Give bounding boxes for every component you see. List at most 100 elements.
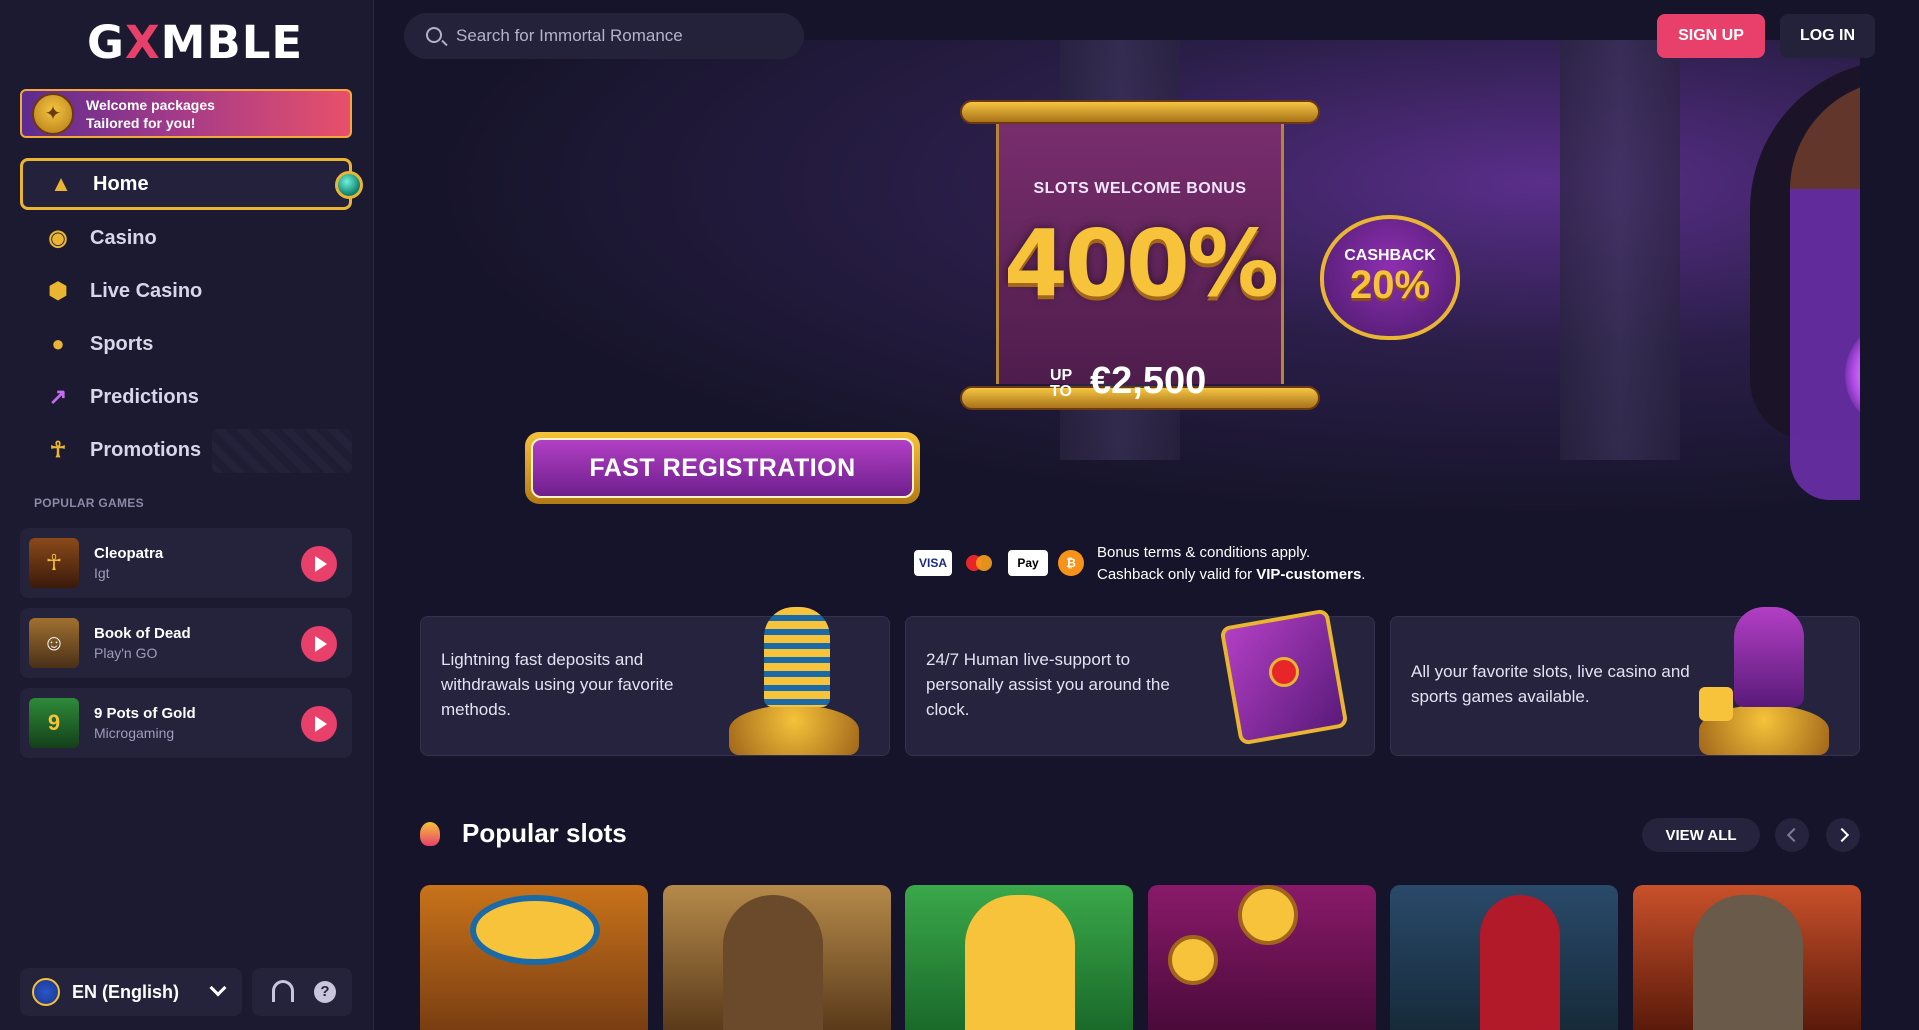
sorceress-illustration	[1670, 40, 1860, 510]
ankh-icon: ☥	[49, 437, 67, 462]
play-icon	[314, 556, 327, 572]
language-label: EN (English)	[72, 981, 179, 1002]
mastercard-icon	[962, 550, 998, 576]
gem-icon	[335, 171, 363, 199]
feature-text: 24/7 Human live-support to personally as…	[926, 650, 1170, 719]
slot-thumbnail-leprechaun[interactable]	[905, 885, 1133, 1030]
hero-percent: 400%	[1003, 210, 1279, 317]
payment-methods: VISA Pay ₿	[914, 550, 1094, 576]
nav-item-live-casino[interactable]: ⬢ Live Casino	[20, 266, 352, 316]
popular-game-item[interactable]: ☥ Cleopatra Igt	[20, 528, 352, 598]
eye-icon	[470, 895, 600, 965]
cashback-value: 20%	[1349, 263, 1431, 307]
search-input[interactable]: Search for Immortal Romance	[404, 13, 804, 59]
slot-thumbnail-cowboy[interactable]	[1633, 885, 1861, 1030]
terms-line2: Cashback only valid for VIP-customers.	[1097, 564, 1365, 586]
logo-text-g: G	[87, 16, 125, 69]
game-provider: Microgaming	[94, 725, 175, 741]
game-thumbnail: 9	[29, 698, 79, 748]
feature-card-deposits: Lightning fast deposits and withdrawals …	[420, 607, 890, 756]
nav-item-home[interactable]: ▲ Home	[20, 158, 363, 210]
feature-text: All your favorite slots, live casino and…	[1411, 662, 1690, 706]
apple-pay-icon: Pay	[1008, 550, 1048, 576]
popular-game-item[interactable]: 9 9 Pots of Gold Microgaming	[20, 688, 352, 758]
hero-subtitle: SLOTS WELCOME BONUS	[1033, 180, 1247, 197]
gxmble-logo[interactable]: GXMBLE	[87, 16, 303, 69]
bonus-terms: Bonus terms & conditions apply. Cashback…	[1097, 542, 1365, 586]
support-buttons: ?	[252, 968, 352, 1016]
eu-flag-icon	[32, 978, 60, 1006]
play-icon	[314, 636, 327, 652]
view-all-button[interactable]: VIEW ALL	[1642, 818, 1760, 852]
welcome-line1: Welcome packages	[86, 96, 215, 113]
carousel-next-button[interactable]	[1826, 818, 1860, 852]
nav-item-casino[interactable]: ◉ Casino	[20, 213, 352, 263]
cowboy-figure	[1693, 895, 1803, 1030]
help-icon[interactable]: ?	[314, 981, 336, 1003]
game-thumbnail: ☥	[29, 538, 79, 588]
slot-thumbnail-women[interactable]	[1390, 885, 1618, 1030]
feature-text: Lightning fast deposits and withdrawals …	[441, 650, 674, 719]
search-icon	[426, 27, 442, 43]
leprechaun-figure	[965, 895, 1075, 1030]
nav-item-label: Predictions	[90, 385, 199, 408]
language-selector[interactable]: EN (English)	[20, 968, 242, 1016]
trend-icon: ↗	[48, 384, 68, 409]
cat-icon	[1699, 607, 1839, 755]
popular-slots-header: Popular slots	[420, 818, 627, 849]
ball-icon: ●	[51, 331, 65, 356]
sidebar: GXMBLE ✦ Welcome packages Tailored for y…	[0, 0, 374, 1030]
slot-thumbnail-coins[interactable]	[1148, 885, 1376, 1030]
play-button[interactable]	[301, 626, 337, 662]
terms-line2-prefix: Cashback only valid for	[1097, 566, 1257, 583]
nav-item-sports[interactable]: ● Sports	[20, 319, 352, 369]
nav-item-label: Home	[93, 172, 149, 195]
upto-line1: UP	[1050, 367, 1073, 384]
carousel-prev-button[interactable]	[1775, 818, 1809, 852]
popular-games-heading: POPULAR GAMES	[34, 496, 144, 510]
pillar-decoration	[1560, 40, 1680, 460]
welcome-line2: Tailored for you!	[86, 114, 196, 131]
fast-registration-button[interactable]: FAST REGISTRATION	[525, 432, 920, 504]
visa-icon: VISA	[914, 550, 952, 576]
dice-icon: ⬢	[48, 278, 68, 303]
headset-icon[interactable]	[272, 980, 294, 1002]
log-in-button[interactable]: LOG IN	[1780, 14, 1875, 58]
coin-icon	[1168, 935, 1218, 985]
bonus-scroll: SLOTS WELCOME BONUS 400% UP TO €2,500	[960, 100, 1320, 410]
play-button[interactable]	[301, 546, 337, 582]
main-nav: ▲ Home ◉ Casino ⬢ Live Casino ● Sports ↗…	[20, 158, 363, 478]
cashback-badge: CASHBACK 20%	[1320, 215, 1460, 340]
game-name: Cleopatra	[94, 545, 164, 562]
terms-vip: VIP-customers	[1256, 566, 1362, 583]
hero-amount: €2,500	[1090, 360, 1207, 402]
popular-slots-title: Popular slots	[462, 818, 627, 848]
pharaoh-icon	[729, 607, 869, 755]
slot-thumbnail-eye[interactable]	[420, 885, 648, 1030]
logo-text-mble: MBLE	[160, 16, 304, 69]
fast-registration-label: FAST REGISTRATION	[531, 438, 914, 498]
pyramid-icon: ▲	[50, 171, 72, 196]
book-icon	[1214, 607, 1354, 755]
terms-line2-suffix: .	[1361, 566, 1366, 583]
welcome-packages-banner[interactable]: ✦ Welcome packages Tailored for you!	[20, 89, 352, 138]
sign-up-button[interactable]: SIGN UP	[1657, 14, 1765, 58]
slot-thumbnail-explorer[interactable]	[663, 885, 891, 1030]
play-button[interactable]	[301, 706, 337, 742]
sidebar-footer: EN (English) ?	[20, 968, 352, 1016]
flame-icon	[420, 821, 440, 846]
popular-game-item[interactable]: ☺ Book of Dead Play'n GO	[20, 608, 352, 678]
terms-line1: Bonus terms & conditions apply.	[1097, 544, 1311, 561]
figure-shape	[1790, 80, 1860, 500]
figure-shape	[1480, 895, 1560, 1030]
feature-card-games: All your favorite slots, live casino and…	[1390, 607, 1860, 756]
play-icon	[314, 716, 327, 732]
game-thumbnail: ☺	[29, 618, 79, 668]
coin-icon	[1238, 885, 1298, 945]
explorer-figure	[723, 895, 823, 1030]
game-name: 9 Pots of Gold	[94, 705, 196, 722]
search-placeholder: Search for Immortal Romance	[456, 26, 683, 45]
nav-item-predictions[interactable]: ↗ Predictions	[20, 372, 352, 422]
feature-card-support: 24/7 Human live-support to personally as…	[905, 608, 1375, 756]
nav-item-promotions[interactable]: ☥ Promotions	[20, 425, 352, 475]
